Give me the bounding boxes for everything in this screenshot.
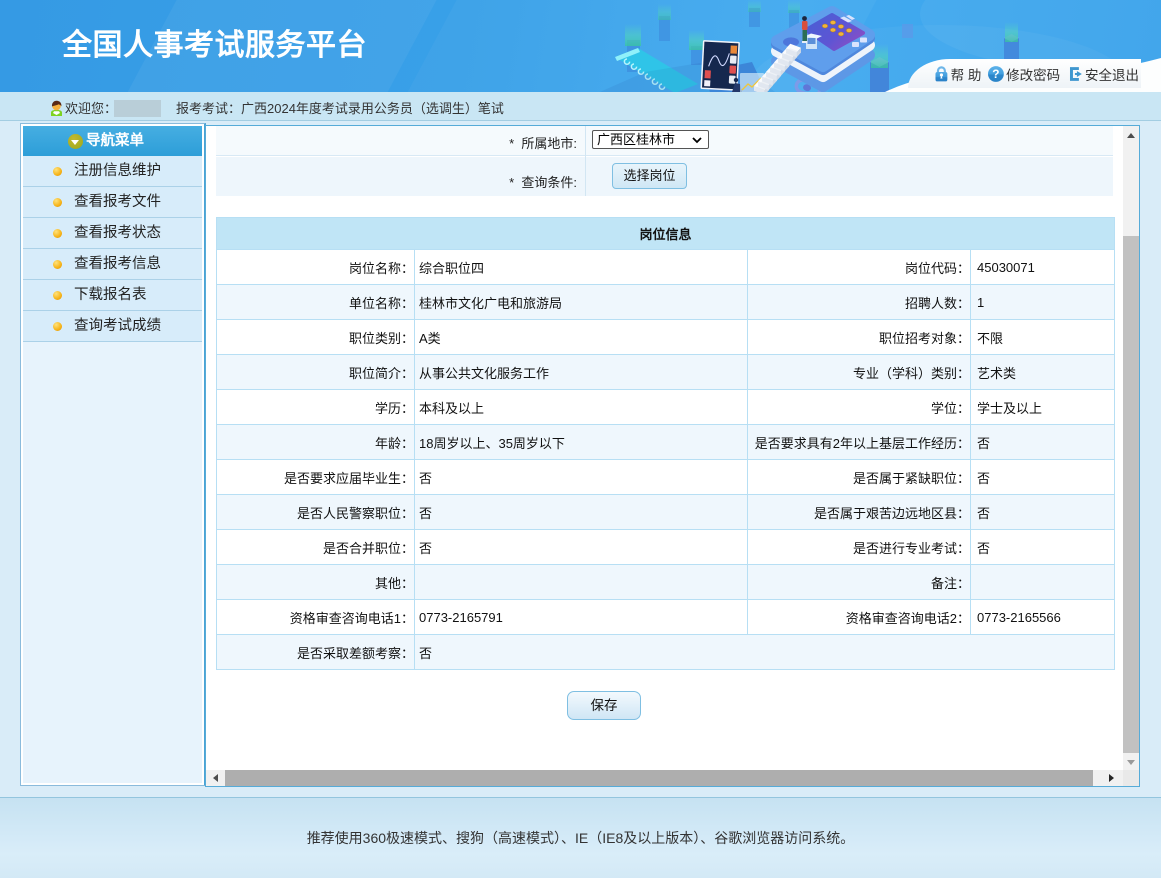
svg-text:?: ?	[993, 67, 1000, 81]
